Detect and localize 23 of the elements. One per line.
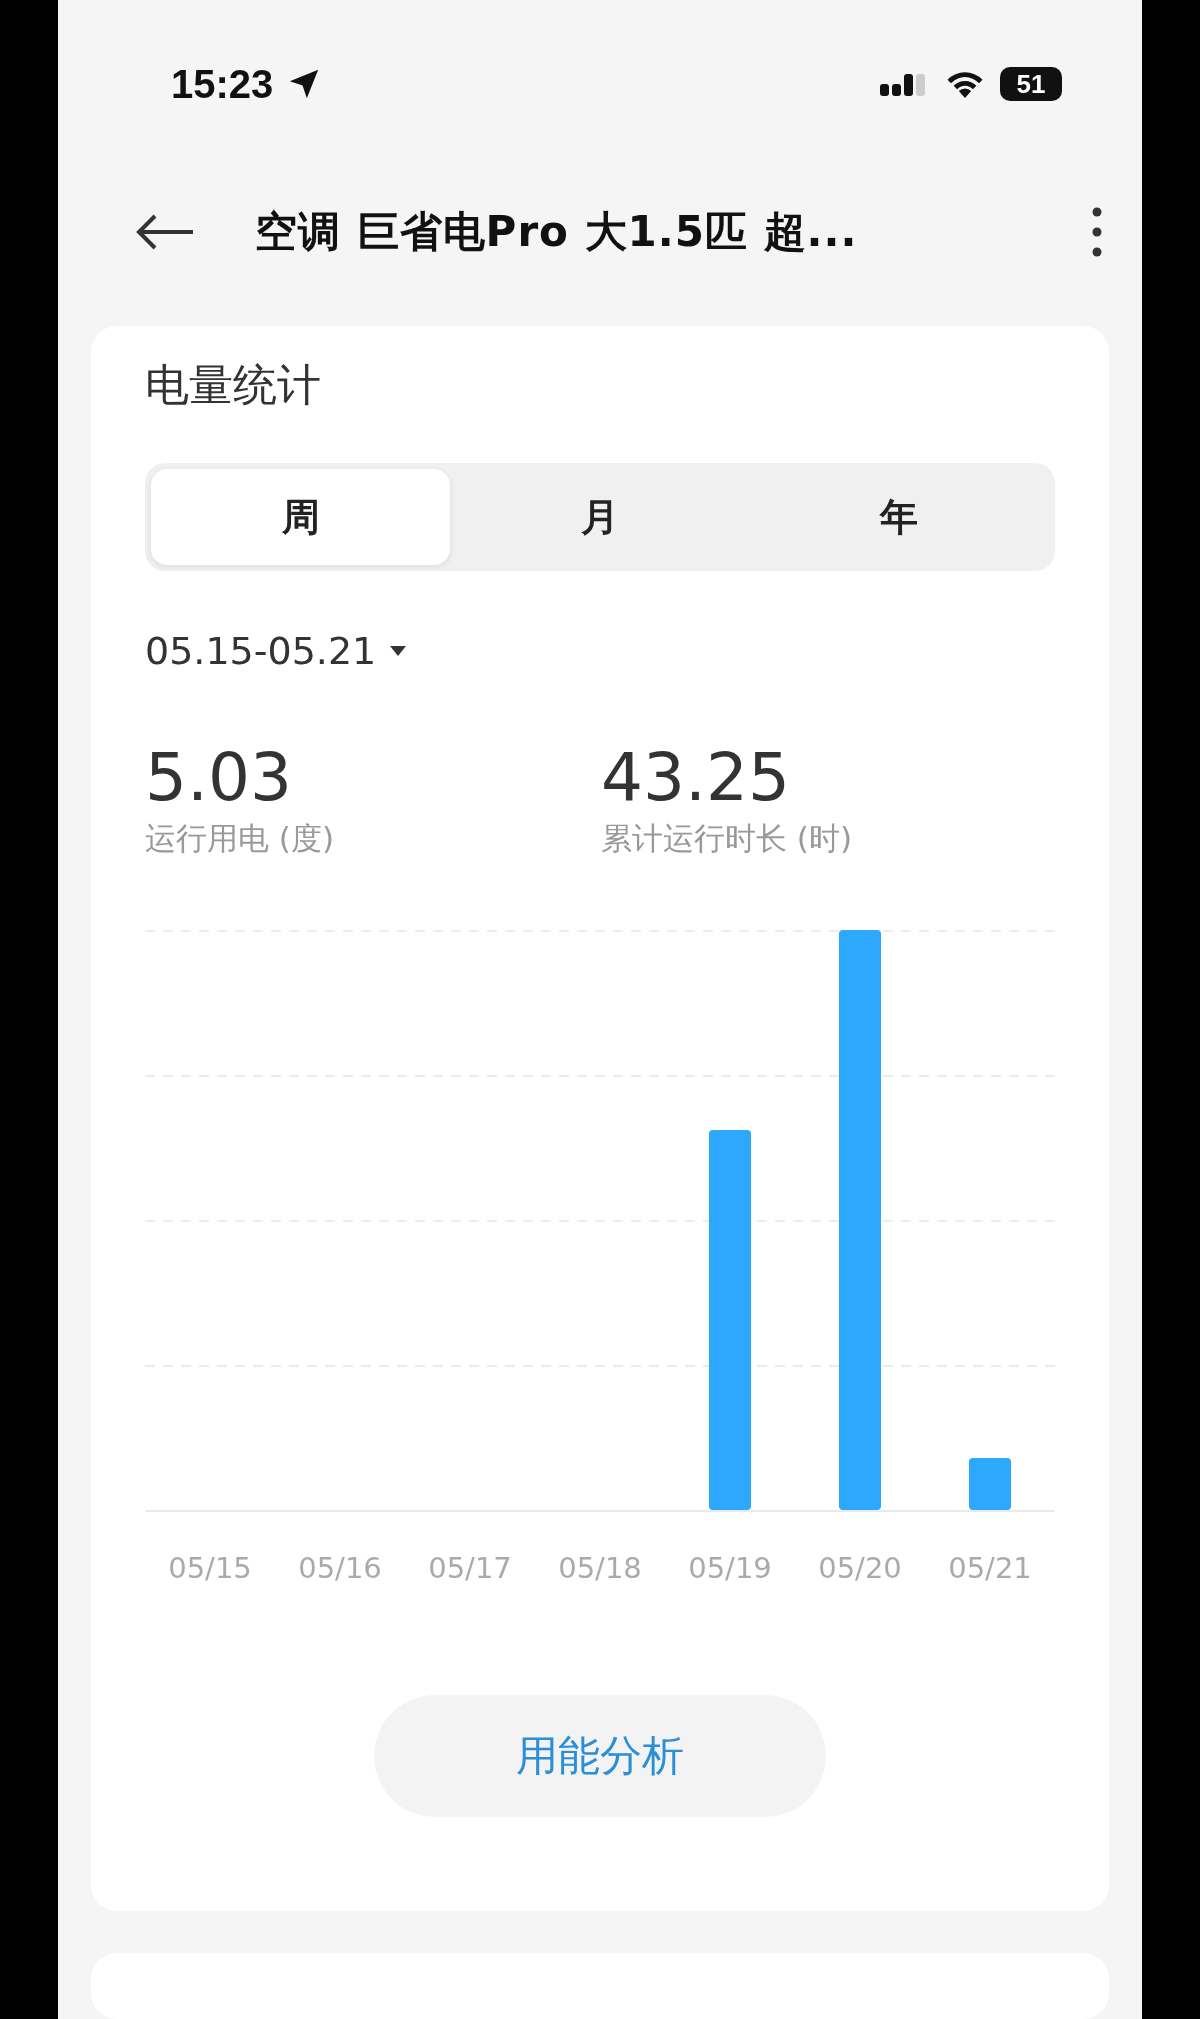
status-time: 15:23 [171, 61, 274, 107]
axis-label: 05/21 [947, 1551, 1033, 1586]
section-title: 电量统计 [145, 358, 322, 412]
date-range-dropdown[interactable]: 05.15-05.21 [145, 629, 407, 673]
period-tab[interactable]: 年 [749, 469, 1049, 565]
axis-label: 05/15 [167, 1551, 253, 1586]
stat-value: 43.25 [601, 743, 791, 813]
more-icon[interactable] [1092, 207, 1102, 257]
axis-label: 05/20 [817, 1551, 903, 1586]
stat-label: 累计运行时长 (时) [601, 819, 854, 859]
stat-label: 运行用电 (度) [145, 819, 336, 859]
stat-value: 5.03 [145, 743, 293, 813]
page-title: 空调 巨省电Pro 大1.5匹 超... [255, 206, 859, 258]
axis-label: 05/18 [557, 1551, 643, 1586]
back-arrow-icon[interactable] [135, 212, 195, 252]
axis-label: 05/17 [427, 1551, 513, 1586]
period-tab[interactable]: 周 [151, 469, 451, 565]
bar [969, 1458, 1011, 1511]
axis-label: 05/19 [687, 1551, 773, 1586]
period-tab[interactable]: 月 [450, 469, 750, 565]
battery-level: 51 [1000, 67, 1062, 101]
axis-label: 05/16 [297, 1551, 383, 1586]
caret-icon [390, 646, 407, 656]
